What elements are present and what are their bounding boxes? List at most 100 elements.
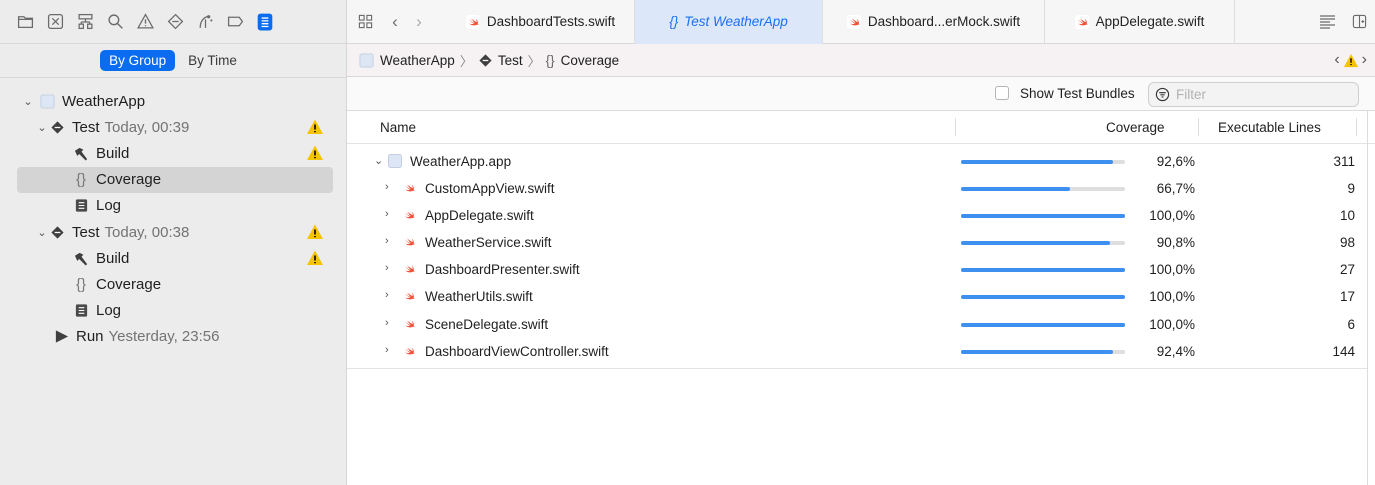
chevron-right-icon[interactable]: ›: [385, 208, 389, 220]
table-row[interactable]: › WeatherUtils.swift 100,0% 17: [347, 283, 1375, 310]
add-editor-icon[interactable]: [1343, 14, 1375, 29]
report-icon[interactable]: [250, 7, 280, 37]
table-row[interactable]: › WeatherService.swift 90,8% 98: [347, 229, 1375, 256]
chevron-right-icon[interactable]: ›: [385, 289, 389, 301]
filter-placeholder: Filter: [1176, 87, 1206, 102]
chevron-right-icon[interactable]: ›: [385, 317, 389, 329]
tree-item-log-2[interactable]: Log: [0, 298, 346, 324]
test-diamond-icon: [48, 120, 66, 135]
search-icon[interactable]: [100, 7, 130, 37]
table-row[interactable]: › SceneDelegate.swift 100,0% 6: [347, 311, 1375, 338]
tree-item-label: Run: [76, 328, 104, 346]
breakpoint-icon[interactable]: [220, 7, 250, 37]
tree-item-label: Coverage: [96, 275, 162, 293]
tree-item-coverage-1[interactable]: {} Coverage: [17, 166, 333, 193]
jump-bar: WeatherApp 〉 Test 〉 {} Coverage ‹ ›: [347, 44, 1375, 77]
breadcrumb-coverage[interactable]: {} Coverage: [546, 53, 620, 68]
executable-lines: 311: [1333, 154, 1355, 169]
table-row[interactable]: › DashboardPresenter.swift 100,0% 27: [347, 256, 1375, 283]
tab-dashboard-mock[interactable]: Dashboard...erMock.swift: [823, 0, 1045, 44]
test-diamond-icon: [479, 53, 492, 67]
table-row[interactable]: › CustomAppView.swift 66,7% 9: [347, 175, 1375, 202]
test-diamond-icon[interactable]: [160, 7, 190, 37]
log-icon: [72, 198, 90, 213]
show-test-bundles-checkbox[interactable]: [995, 86, 1009, 100]
app-project-icon: [38, 94, 56, 109]
coverage-bar-fill: [961, 268, 1125, 273]
chevron-right-icon[interactable]: ›: [385, 262, 389, 274]
tree-item-run[interactable]: Run Yesterday, 23:56: [0, 324, 346, 350]
column-divider[interactable]: [1356, 118, 1357, 136]
source-control-icon[interactable]: [40, 7, 70, 37]
tab-dashboard-tests[interactable]: DashboardTests.swift: [447, 0, 635, 44]
table-row[interactable]: ⌄ WeatherApp.app 92,6% 311: [347, 148, 1375, 175]
table-row[interactable]: › DashboardViewController.swift 92,4% 14…: [347, 338, 1375, 365]
coverage-percent: 92,4%: [1156, 343, 1195, 359]
chevron-down-icon[interactable]: ⌄: [374, 154, 383, 167]
column-header-coverage[interactable]: Coverage: [1106, 120, 1165, 135]
chevron-down-icon[interactable]: ⌄: [22, 95, 34, 108]
executable-lines: 98: [1339, 235, 1355, 251]
breadcrumb-label: WeatherApp: [380, 52, 455, 68]
executable-lines: 17: [1339, 289, 1355, 305]
breadcrumb-project[interactable]: WeatherApp: [359, 53, 455, 68]
issue-next-icon[interactable]: ›: [1362, 51, 1367, 69]
issue-prev-icon[interactable]: ‹: [1334, 51, 1339, 69]
report-tree: ⌄ WeatherApp ⌄ Test Today, 00:39 Build {…: [0, 78, 346, 350]
tree-item-test-2[interactable]: ⌄ Test Today, 00:38: [0, 219, 346, 245]
symbol-hierarchy-icon[interactable]: [70, 7, 100, 37]
chevron-right-icon[interactable]: ›: [407, 12, 431, 32]
chevron-right-icon[interactable]: ›: [385, 344, 389, 356]
tab-app-delegate[interactable]: AppDelegate.swift: [1045, 0, 1235, 44]
tab-label: Test WeatherApp: [684, 14, 788, 29]
grid-icon[interactable]: [347, 14, 383, 29]
warning-icon[interactable]: [306, 144, 324, 162]
table-row[interactable]: › AppDelegate.swift 100,0% 10: [347, 202, 1375, 229]
scroll-edge-divider: [1367, 111, 1368, 485]
tree-item-test-1[interactable]: ⌄ Test Today, 00:39: [0, 114, 346, 140]
chevron-left-icon[interactable]: ‹: [383, 12, 407, 32]
coverage-percent: 92,6%: [1156, 154, 1195, 169]
warning-icon[interactable]: [306, 249, 324, 267]
braces-icon: {}: [75, 275, 87, 293]
column-divider[interactable]: [955, 118, 956, 136]
file-name: WeatherApp.app: [410, 154, 512, 169]
navigator-panel: By Group By Time ⌄ WeatherApp ⌄ Test Tod…: [0, 0, 347, 485]
coverage-bar: [961, 322, 1125, 327]
column-divider[interactable]: [1198, 118, 1199, 136]
coverage-bar-fill: [961, 349, 1113, 354]
app-project-icon: [359, 52, 374, 68]
warning-icon[interactable]: [1343, 53, 1359, 68]
chevron-down-icon[interactable]: ⌄: [36, 121, 48, 134]
warning-icon[interactable]: [306, 223, 324, 241]
tree-item-log-1[interactable]: Log: [0, 193, 346, 219]
breadcrumb-test[interactable]: Test: [478, 53, 523, 68]
issue-warning-icon[interactable]: [130, 7, 160, 37]
by-group-button[interactable]: By Group: [100, 50, 176, 71]
column-header-executable-lines[interactable]: Executable Lines: [1218, 120, 1321, 135]
by-time-button[interactable]: By Time: [179, 50, 246, 71]
tree-item-weatherapp[interactable]: ⌄ WeatherApp: [0, 88, 346, 114]
tree-item-coverage-2[interactable]: {} Coverage: [0, 271, 346, 297]
chevron-right-icon[interactable]: ›: [385, 181, 389, 193]
chevron-right-icon[interactable]: ›: [385, 235, 389, 247]
folder-icon[interactable]: [10, 7, 40, 37]
tab-test-weatherapp[interactable]: {} Test WeatherApp: [635, 0, 823, 44]
tree-item-build-2[interactable]: Build: [0, 245, 346, 271]
braces-icon: {}: [669, 14, 679, 29]
hammer-icon: [72, 251, 90, 266]
executable-lines: 144: [1332, 343, 1355, 359]
coverage-bar: [961, 268, 1125, 273]
debug-icon[interactable]: [190, 7, 220, 37]
filter-input[interactable]: Filter: [1148, 82, 1359, 107]
swift-file-icon: [465, 14, 480, 29]
chevron-down-icon[interactable]: ⌄: [36, 226, 48, 239]
tree-item-build-1[interactable]: Build: [0, 140, 346, 166]
warning-icon[interactable]: [306, 118, 324, 136]
braces-icon: {}: [75, 171, 87, 189]
column-header-name[interactable]: Name: [380, 120, 416, 135]
tree-item-label: Test: [72, 118, 100, 136]
coverage-bar-fill: [961, 160, 1113, 164]
editor-options-icon[interactable]: [1311, 14, 1343, 29]
coverage-bar: [961, 295, 1125, 300]
